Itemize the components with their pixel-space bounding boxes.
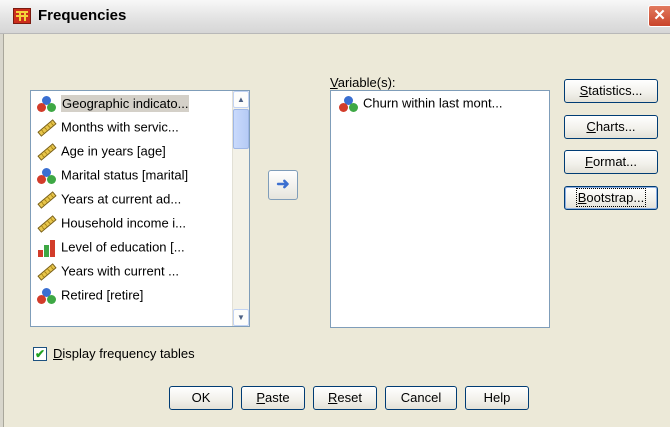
format-button[interactable]: Format... (564, 150, 658, 174)
variable-list-item[interactable]: Marital status [marital] (31, 163, 249, 187)
dialog-title: Frequencies (38, 7, 127, 24)
variables-label: Variable(s): (330, 75, 396, 90)
scroll-thumb[interactable] (233, 109, 249, 149)
source-variable-list[interactable]: Geographic indicato... Months with servic… (30, 90, 250, 327)
scale-variable-icon (34, 114, 61, 141)
nominal-variable-icon (339, 95, 359, 113)
variable-label: Marital status [marital] (61, 167, 189, 183)
close-button[interactable]: ✕ (648, 5, 670, 27)
variable-label: Years at current ad... (61, 191, 182, 207)
variable-list-item[interactable]: Years at current ad... (31, 187, 249, 211)
variable-label: Age in years [age] (61, 143, 166, 159)
window-frame (0, 34, 4, 427)
variable-list-item[interactable]: Months with servic... (31, 115, 249, 139)
title-bar[interactable]: Frequencies ✕ (0, 0, 670, 34)
variable-list-item[interactable]: Age in years [age] (31, 139, 249, 163)
variable-label: Level of education [... (61, 239, 185, 255)
variable-list-item[interactable]: Household income i... (31, 211, 249, 235)
scroll-down-button[interactable]: ▼ (233, 309, 249, 326)
variable-label: Geographic indicato... (61, 94, 190, 112)
charts-button[interactable]: Charts... (564, 115, 658, 139)
scroll-up-button[interactable]: ▲ (233, 91, 249, 108)
selected-variables-list[interactable]: Churn within last mont... (330, 90, 550, 328)
scale-variable-icon (34, 186, 61, 213)
nominal-variable-icon (37, 287, 57, 305)
display-frequency-checkbox[interactable]: ✔ (33, 347, 47, 361)
variable-label: Years with current ... (61, 263, 180, 279)
variable-list-item[interactable]: Years with current ... (31, 259, 249, 283)
cancel-button[interactable]: Cancel (385, 386, 457, 410)
variable-list-item[interactable]: Retired [retire] (31, 283, 249, 307)
scale-variable-icon (34, 258, 61, 285)
source-list-scrollbar[interactable]: ▲ ▼ (232, 91, 249, 326)
variable-label: Retired [retire] (61, 287, 144, 303)
ordinal-variable-icon (37, 239, 57, 257)
display-frequency-label[interactable]: Display frequency tables (53, 346, 195, 361)
variable-list-item[interactable]: Churn within last mont... (331, 91, 549, 115)
bootstrap-button[interactable]: Bootstrap... (564, 186, 658, 210)
nominal-variable-icon (37, 95, 57, 113)
move-variable-button[interactable]: ➜ (268, 170, 298, 200)
paste-button[interactable]: Paste (241, 386, 305, 410)
ok-button[interactable]: OK (169, 386, 233, 410)
variable-list-item[interactable]: Geographic indicato... (31, 91, 249, 115)
variable-list-item[interactable]: Level of education [... (31, 235, 249, 259)
nominal-variable-icon (37, 167, 57, 185)
help-button[interactable]: Help (465, 386, 529, 410)
reset-button[interactable]: Reset (313, 386, 377, 410)
scale-variable-icon (34, 210, 61, 237)
statistics-button[interactable]: Statistics... (564, 79, 658, 103)
scale-variable-icon (34, 138, 61, 165)
frequencies-table-icon (13, 8, 31, 24)
variable-label: Household income i... (61, 215, 187, 231)
variable-label: Churn within last mont... (363, 95, 503, 111)
variable-label: Months with servic... (61, 119, 179, 135)
